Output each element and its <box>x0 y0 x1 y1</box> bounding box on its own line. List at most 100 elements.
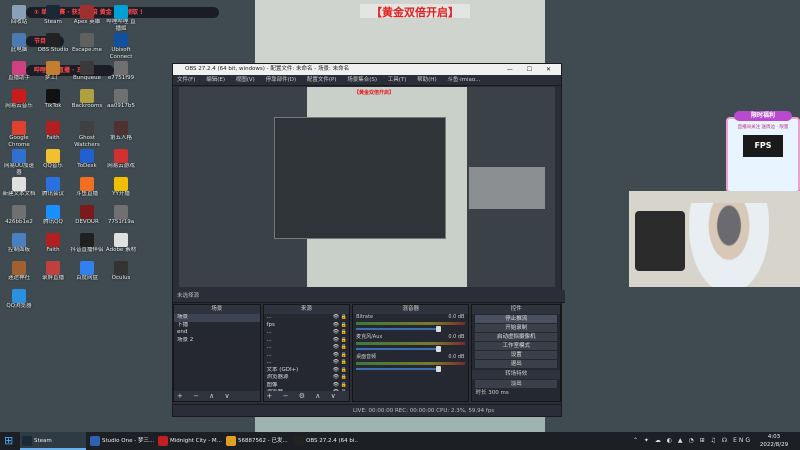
menu-help[interactable]: 帮助(H) <box>417 77 436 83</box>
desktop-icon[interactable]: QQ音乐 <box>36 149 70 177</box>
obs-titlebar[interactable]: OBS 27.2.4 (64 bit, windows) - 配置文件: 未命名… <box>173 64 561 75</box>
desktop-icon[interactable]: Google Chrome <box>2 121 36 149</box>
desktop-icon[interactable]: 此电脑 <box>2 33 36 61</box>
desktop-icon[interactable]: 网易UU加速器 <box>2 149 36 177</box>
lock-icon[interactable]: 🔒 <box>341 352 347 360</box>
system-tray[interactable]: ⌃ ✦ ☁ ◐ ▲ ◔ ⊞ ♫ ☊ ENG <box>633 432 752 450</box>
sources-footer-controls[interactable]: + − ⚙ ∧ ∨ <box>263 391 350 401</box>
menu-file[interactable]: 文件(F) <box>177 77 195 83</box>
source-item[interactable]: ... 👁 🔒 <box>264 359 350 367</box>
desktop-icon[interactable]: Adobe 素材 <box>104 233 138 261</box>
control-button[interactable]: 退出 <box>475 360 558 368</box>
desktop-icon[interactable]: Bunqueue <box>70 61 104 89</box>
scenes-footer-controls[interactable]: + − ∧ ∨ <box>174 391 260 401</box>
lock-icon[interactable]: 🔒 <box>341 329 347 337</box>
scene-item[interactable]: 下播 <box>174 322 260 330</box>
desktop-icon[interactable]: Ghost Watchers <box>70 121 104 149</box>
taskbar-app[interactable]: Midnight City - M... <box>156 432 222 450</box>
source-item[interactable]: 浏览器源 👁 🔒 <box>264 374 350 382</box>
desktop-icon[interactable]: DEVOUR <box>70 205 104 233</box>
visibility-eye-icon[interactable]: 👁 <box>333 337 339 345</box>
desktop-icon[interactable]: OBS Studio <box>36 33 70 61</box>
source-item[interactable]: 文本 (GDI+) 👁 🔒 <box>264 367 350 375</box>
visibility-eye-icon[interactable]: 👁 <box>333 374 339 382</box>
taskbar-clock[interactable]: 4:03 2022/8/29 <box>754 433 794 449</box>
menu-douyu-plugin[interactable]: 斗鱼·imiao... <box>447 77 480 83</box>
desktop-icon[interactable]: 网易云游戏 <box>104 149 138 177</box>
desktop-icon[interactable]: YY开播 <box>104 177 138 205</box>
visibility-eye-icon[interactable]: 👁 <box>333 352 339 360</box>
desktop-icon[interactable]: 抖音直播伴侣 <box>70 233 104 261</box>
desktop-icon[interactable]: Steam <box>36 5 70 33</box>
control-button[interactable]: 停止推流 <box>475 315 558 323</box>
desktop-icon[interactable]: Faith <box>36 121 70 149</box>
desktop-icon[interactable]: Faith <box>36 233 70 261</box>
desktop-icon[interactable]: aa0917b5 <box>104 89 138 117</box>
lock-icon[interactable]: 🔒 <box>341 322 347 330</box>
desktop-icon[interactable]: 百度网盘 <box>70 261 104 289</box>
desktop-icon[interactable]: QQ浏览器 <box>2 289 36 317</box>
lock-icon[interactable]: 🔒 <box>341 374 347 382</box>
desktop-icon[interactable]: Oculus <box>104 261 138 289</box>
volume-slider[interactable] <box>356 346 442 352</box>
desktop-icon[interactable]: 腾讯QQ <box>36 205 70 233</box>
desktop-icon[interactable]: 426bb1e2 <box>2 205 36 233</box>
desktop-icon[interactable]: Apex 英雄 <box>70 5 104 33</box>
taskbar-app[interactable]: OBS 27.2.4 (64 bi... <box>292 432 358 450</box>
desktop-icon[interactable]: 网易云音乐 <box>2 89 36 117</box>
desktop-icon[interactable]: 录屏直播 <box>36 261 70 289</box>
menu-docks[interactable]: 停靠部件(D) <box>266 77 297 83</box>
visibility-eye-icon[interactable]: 👁 <box>333 382 339 390</box>
menu-scene-collection[interactable]: 场景集合(S) <box>347 77 377 83</box>
desktop-icon[interactable]: 控制面板 <box>2 233 36 261</box>
windows-start-icon[interactable]: ⊞ <box>4 435 16 447</box>
scene-item[interactable]: 场景 <box>174 314 260 322</box>
source-item[interactable]: ... 👁 🔒 <box>264 344 350 352</box>
visibility-eye-icon[interactable]: 👁 <box>333 322 339 330</box>
taskbar-app[interactable]: 56887562 - 已发... <box>224 432 290 450</box>
visibility-eye-icon[interactable]: 👁 <box>333 329 339 337</box>
menu-tools[interactable]: 工具(T) <box>388 77 407 83</box>
taskbar-app[interactable]: Studio One - 梦三... <box>88 432 154 450</box>
visibility-eye-icon[interactable]: 👁 <box>333 367 339 375</box>
desktop-icon[interactable]: 回收站 <box>2 5 36 33</box>
desktop-icon[interactable]: 迷途神社 <box>2 261 36 289</box>
source-item[interactable]: ... 👁 🔒 <box>264 314 350 322</box>
lock-icon[interactable]: 🔒 <box>341 314 347 322</box>
source-item[interactable]: 图像 👁 🔒 <box>264 382 350 390</box>
lock-icon[interactable]: 🔒 <box>341 367 347 375</box>
menu-view[interactable]: 视图(V) <box>236 77 255 83</box>
control-button[interactable]: 启动虚拟摄像机 <box>475 333 558 341</box>
obs-preview[interactable]: 【黄金双倍开启】 <box>179 87 555 287</box>
desktop-icon[interactable]: 斗鱼直播 <box>70 177 104 205</box>
desktop-icon[interactable]: Escape.me <box>70 33 104 61</box>
obs-window[interactable]: OBS 27.2.4 (64 bit, windows) - 配置文件: 未命名… <box>172 63 565 417</box>
taskbar-app[interactable]: Steam <box>20 432 86 450</box>
source-item[interactable]: fps 👁 🔒 <box>264 322 350 330</box>
desktop-icon[interactable]: e7751f99 <box>104 61 138 89</box>
visibility-eye-icon[interactable]: 👁 <box>333 344 339 352</box>
desktop-icon[interactable]: 新建文本文档 <box>2 177 36 205</box>
desktop-icon[interactable]: 腾讯会议 <box>36 177 70 205</box>
scene-item[interactable]: 场景 2 <box>174 337 260 345</box>
control-button[interactable]: 设置 <box>475 351 558 359</box>
desktop-icon[interactable]: Backrooms <box>70 89 104 117</box>
volume-slider[interactable] <box>356 366 442 372</box>
visibility-eye-icon[interactable]: 👁 <box>333 314 339 322</box>
visibility-eye-icon[interactable]: 👁 <box>333 359 339 367</box>
desktop-icon[interactable]: 第五人格 <box>104 121 138 149</box>
lock-icon[interactable]: 🔒 <box>341 359 347 367</box>
menu-edit[interactable]: 编辑(E) <box>206 77 225 83</box>
tray-icons[interactable]: ⌃ ✦ ☁ ◐ ▲ ◔ ⊞ ♫ ☊ <box>633 437 729 444</box>
duration-value[interactable]: 300 ms <box>488 390 508 396</box>
source-item[interactable]: ... 👁 🔒 <box>264 329 350 337</box>
source-item[interactable]: ... 👁 🔒 <box>264 337 350 345</box>
scene-item[interactable]: end <box>174 329 260 337</box>
desktop-icon[interactable]: 哔哩哔哩 直播姬 <box>104 5 138 33</box>
desktop-icon[interactable]: Ubisoft Connect <box>104 33 138 61</box>
language-indicator[interactable]: ENG <box>733 437 752 444</box>
desktop-icon[interactable]: TikTok <box>36 89 70 117</box>
desktop-icon[interactable]: ToDesk <box>70 149 104 177</box>
menu-profile[interactable]: 配置文件(P) <box>307 77 337 83</box>
source-item[interactable]: ... 👁 🔒 <box>264 352 350 360</box>
